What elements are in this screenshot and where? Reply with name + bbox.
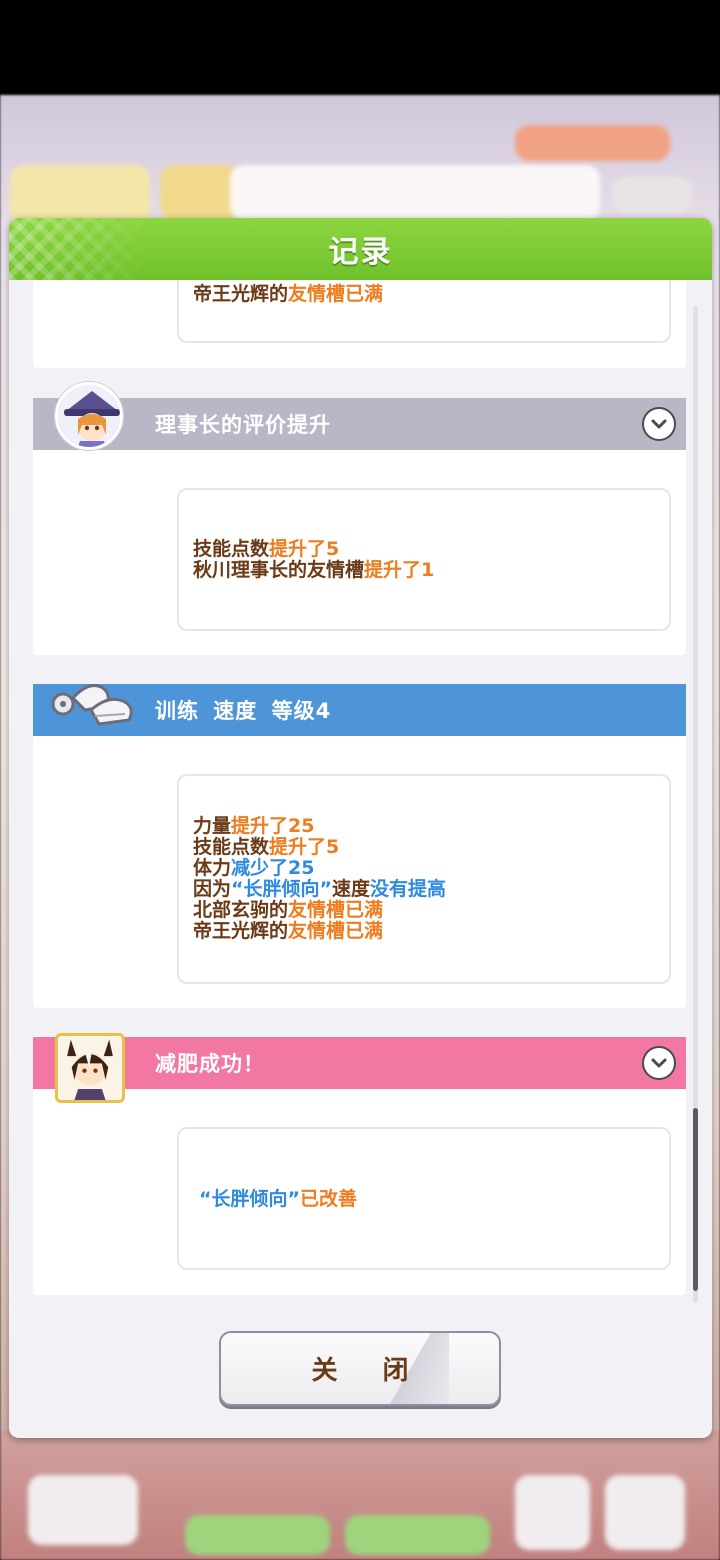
record-text-segment: 友情槽已满: [288, 920, 384, 942]
record-line: 因为“长胖倾向”速度没有提高: [193, 879, 446, 900]
record-text-segment: 提升了25: [231, 815, 315, 837]
record-line: 北部玄驹的友情槽已满: [193, 900, 446, 921]
record-text-segment: 减少了25: [231, 857, 315, 879]
training-shoes-icon: [45, 676, 141, 744]
record-text-segment: 提升了5: [269, 836, 340, 858]
record-text-segment: 没有提高: [370, 878, 447, 900]
close-button[interactable]: 关 闭: [219, 1331, 501, 1406]
record-card: 技能点数提升了5 秋川理事长的友情槽提升了1: [177, 488, 671, 631]
record-text-segment: 友情槽已满: [288, 283, 384, 305]
record-line: 技能点数提升了5: [193, 539, 434, 560]
record-line: 帝王光辉的友情槽已满: [193, 284, 383, 305]
header-pattern: [9, 218, 149, 280]
entry-title: 训练 速度 等级4: [155, 699, 332, 723]
record-text-segment: 帝王光辉的: [193, 283, 289, 305]
record-text-segment: 帝王光辉的: [193, 920, 289, 942]
record-list[interactable]: 帝王光辉的友情槽已满 理事长的评价提升 技能点数提升了5 秋川理事长的友情槽提升…: [17, 280, 704, 1302]
close-button-label: 关 闭: [311, 1356, 427, 1386]
record-entry: 减肥成功！ “长胖倾向”已改善: [33, 1033, 686, 1295]
entry-header: 减肥成功！: [33, 1037, 686, 1089]
entry-header: 理事长的评价提升: [33, 398, 686, 450]
record-line: 体力减少了25: [193, 858, 446, 879]
record-entry: 理事长的评价提升 技能点数提升了5 秋川理事长的友情槽提升了1: [33, 382, 686, 655]
record-text-segment: 因为: [193, 878, 232, 900]
record-line: 力量提升了25: [193, 816, 446, 837]
record-text-segment: 北部玄驹的: [193, 899, 289, 921]
entry-title: 减肥成功！: [155, 1052, 265, 1076]
record-card: 力量提升了25 技能点数提升了5 体力减少了25 因为“长胖倾向”速度没有提高 北部玄驹…: [177, 774, 671, 984]
chevron-down-icon[interactable]: [642, 407, 676, 441]
record-text-segment: 力量: [193, 815, 232, 837]
chairman-avatar: [55, 382, 123, 450]
record-line: 技能点数提升了5: [193, 837, 446, 858]
record-text-segment: 提升了5: [269, 538, 340, 560]
chevron-down-icon[interactable]: [642, 1046, 676, 1080]
record-text-segment: 速度: [332, 878, 371, 900]
record-card: “长胖倾向”已改善: [177, 1127, 671, 1270]
scrollbar-thumb[interactable]: [693, 1108, 698, 1291]
record-card: 帝王光辉的友情槽已满: [177, 280, 671, 343]
record-text-segment: 提升了1: [364, 559, 435, 581]
record-text-segment: 秋川理事长的友情槽: [193, 559, 365, 581]
record-text-segment: 友情槽已满: [288, 899, 384, 921]
record-text-segment: 技能点数: [193, 836, 270, 858]
character-avatar: [55, 1033, 125, 1103]
record-line: “长胖倾向”已改善: [199, 1189, 357, 1210]
record-entry: 训练 速度 等级4 力量提升了25 技能点数提升了5 体力减少了25 因为“长胖倾向”…: [33, 684, 686, 1008]
record-entry: 帝王光辉的友情槽已满: [33, 280, 686, 368]
record-text-segment: 已改善: [299, 1188, 357, 1210]
record-text-segment: 技能点数: [193, 538, 270, 560]
record-text-segment: 体力: [193, 857, 232, 879]
record-text-segment: “长胖倾向”: [231, 878, 332, 900]
entry-title: 理事长的评价提升: [155, 413, 331, 437]
record-line: 秋川理事长的友情槽提升了1: [193, 560, 434, 581]
record-text-segment: “长胖倾向”: [199, 1188, 300, 1210]
record-line: 帝王光辉的友情槽已满: [193, 921, 446, 942]
dialog-header: 记录: [9, 218, 712, 280]
dialog-title: 记录: [328, 235, 393, 270]
record-dialog: 记录 帝王光辉的友情槽已满 理事长的评价提升 技能点数提升了5 秋川理事长的友情…: [9, 218, 712, 1438]
status-bar: [0, 0, 720, 95]
